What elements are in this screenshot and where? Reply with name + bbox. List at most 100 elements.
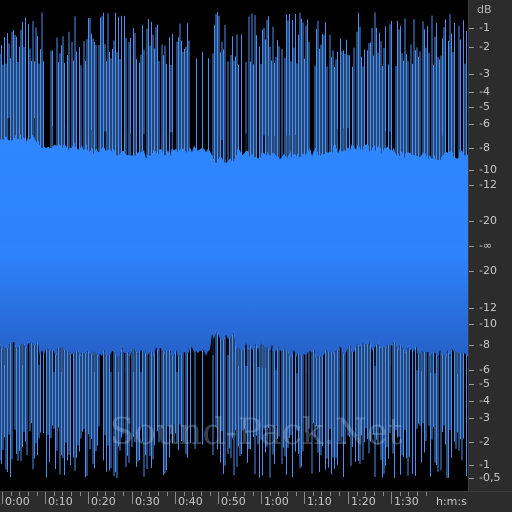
time-minor-tick: [296, 492, 297, 496]
db-tick-label: -5: [479, 377, 490, 390]
db-tick: [469, 47, 474, 48]
db-tick-label: -20: [479, 264, 497, 277]
waveform-view[interactable]: [0, 0, 468, 491]
time-minor-tick: [167, 492, 168, 496]
db-tick-label: -10: [479, 317, 497, 330]
time-minor-tick: [357, 492, 358, 496]
time-minor-tick: [313, 492, 314, 496]
time-minor-tick: [11, 492, 12, 496]
time-tick-label: 1:10: [307, 495, 332, 508]
db-tick-label: -12: [479, 301, 497, 314]
time-minor-tick: [400, 492, 401, 496]
db-tick-label: -3: [479, 67, 490, 80]
time-minor-tick: [417, 492, 418, 496]
time-minor-tick: [201, 492, 202, 496]
time-minor-tick: [287, 492, 288, 496]
time-minor-tick: [149, 492, 150, 496]
db-tick-label: -0,5: [479, 471, 501, 484]
time-minor-tick: [184, 492, 185, 496]
db-tick: [469, 308, 474, 309]
time-minor-tick: [270, 492, 271, 496]
time-minor-tick: [278, 492, 279, 496]
waveform-graph[interactable]: [0, 0, 468, 491]
db-tick: [469, 324, 474, 325]
time-minor-tick: [235, 492, 236, 496]
time-minor-tick: [97, 492, 98, 496]
db-tick: [469, 271, 474, 272]
time-minor-tick: [383, 492, 384, 496]
time-minor-tick: [71, 492, 72, 496]
time-minor-tick: [374, 492, 375, 496]
time-tick-label: 0:00: [5, 495, 30, 508]
db-tick: [469, 478, 474, 479]
db-tick-label: -1: [479, 21, 490, 34]
db-tick: [469, 107, 474, 108]
db-tick: [469, 370, 474, 371]
time-tick-label: 1:00: [264, 495, 289, 508]
db-tick: [469, 401, 474, 402]
time-minor-tick: [62, 492, 63, 496]
time-tick: [175, 492, 176, 504]
db-unit-label: dB: [477, 3, 492, 16]
time-tick: [88, 492, 89, 504]
time-ruler[interactable]: 0:00 0:10 0:20 0:30 0:40 0:50 1:00 1:10 1:20 1:30…: [0, 491, 512, 512]
time-minor-tick: [426, 492, 427, 496]
db-tick: [469, 185, 474, 186]
time-minor-tick: [105, 492, 106, 496]
time-minor-tick: [321, 492, 322, 496]
db-scale: dB -1 -2 -3 -4 -5 -6 -8 -10 -12 -20 -∞ -20 -12 -10 -8 -…: [468, 0, 512, 491]
db-tick-label: -5: [479, 100, 490, 113]
db-tick-label: -2: [479, 40, 490, 53]
db-tick: [469, 221, 474, 222]
time-minor-tick: [123, 492, 124, 496]
time-tick: [348, 492, 349, 504]
time-minor-tick: [227, 492, 228, 496]
time-minor-tick: [141, 492, 142, 496]
db-tick-label: -8: [479, 141, 490, 154]
time-minor-tick: [365, 492, 366, 496]
time-tick-label: 1:30: [394, 495, 419, 508]
time-tick: [261, 492, 262, 504]
db-tick-label: -∞: [479, 239, 493, 252]
db-tick-label: -12: [479, 178, 497, 191]
time-minor-tick: [339, 492, 340, 496]
time-minor-tick: [408, 492, 409, 496]
time-tick: [45, 492, 46, 504]
time-minor-tick: [54, 492, 55, 496]
time-tick-label: 1:20: [351, 495, 376, 508]
db-tick-label: -20: [479, 214, 497, 227]
time-minor-tick: [28, 492, 29, 496]
db-tick: [469, 465, 474, 466]
time-tick: [2, 492, 3, 504]
time-minor-tick: [210, 492, 211, 496]
db-tick: [469, 246, 474, 247]
db-tick: [469, 28, 474, 29]
time-minor-tick: [19, 492, 20, 496]
db-tick: [469, 345, 474, 346]
db-tick: [469, 74, 474, 75]
time-tick-label: 0:20: [91, 495, 116, 508]
time-minor-tick: [330, 492, 331, 496]
db-tick: [469, 170, 474, 171]
time-unit-label: h:m:s: [436, 495, 467, 508]
time-tick: [132, 492, 133, 504]
time-tick-label: 0:50: [221, 495, 246, 508]
db-tick: [469, 124, 474, 125]
time-minor-tick: [80, 492, 81, 496]
db-tick-label: -6: [479, 117, 490, 130]
time-minor-tick: [244, 492, 245, 496]
time-tick-label: 0:30: [135, 495, 160, 508]
time-tick: [218, 492, 219, 504]
db-tick-label: -1: [479, 458, 490, 471]
db-tick-label: -4: [479, 394, 490, 407]
db-tick-label: -8: [479, 338, 490, 351]
time-minor-tick: [192, 492, 193, 496]
time-tick-label: 0:40: [178, 495, 203, 508]
time-tick: [304, 492, 305, 504]
db-tick-label: -10: [479, 163, 497, 176]
time-minor-tick: [158, 492, 159, 496]
db-tick: [469, 92, 474, 93]
db-tick-label: -2: [479, 435, 490, 448]
db-tick: [469, 418, 474, 419]
time-tick: [391, 492, 392, 504]
